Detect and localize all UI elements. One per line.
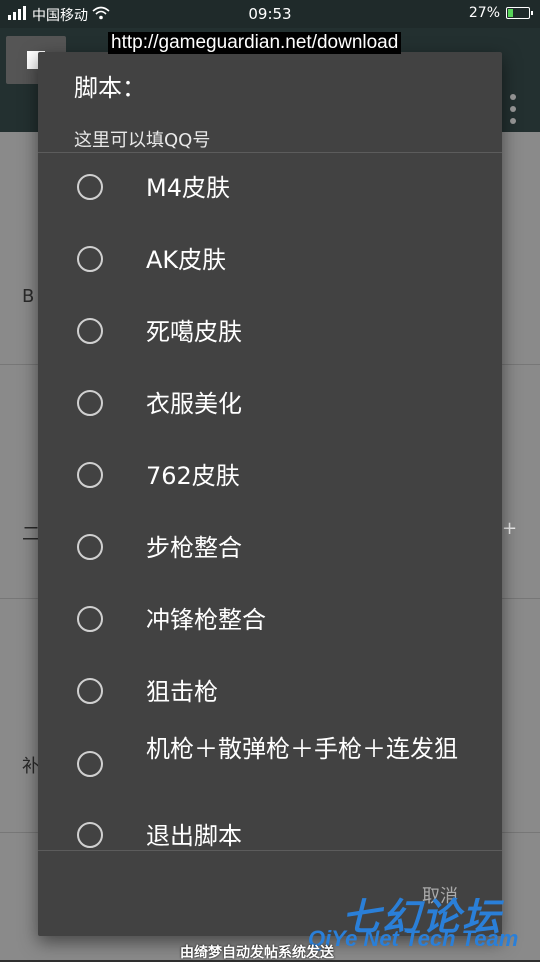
item-label: 退出脚本	[146, 822, 242, 850]
item-label: 762皮肤	[146, 462, 240, 490]
radio-button[interactable]	[77, 390, 103, 416]
list-item[interactable]: 狙击枪	[38, 674, 502, 714]
radio-button[interactable]	[77, 174, 103, 200]
more-options-icon	[510, 94, 516, 130]
item-label: 步枪整合	[146, 534, 242, 562]
list-item[interactable]: 冲锋枪整合	[38, 602, 502, 642]
list-item[interactable]: 762皮肤	[38, 458, 502, 498]
radio-button[interactable]	[77, 822, 103, 848]
list-item[interactable]: 死噶皮肤	[38, 314, 502, 354]
radio-button[interactable]	[77, 534, 103, 560]
list-item[interactable]: 退出脚本	[38, 818, 502, 850]
list-item[interactable]: 步枪整合	[38, 530, 502, 570]
top-divider	[38, 152, 502, 153]
radio-button[interactable]	[77, 318, 103, 344]
script-menu-dialog: 脚本： 这里可以填QQ号 M4皮肤 AK皮肤 死噶皮肤 衣服美化 762皮肤 步…	[38, 52, 502, 936]
radio-button[interactable]	[77, 462, 103, 488]
battery-icon	[506, 7, 533, 19]
watermark-subtitle: QiYe Net Tech Team	[308, 926, 519, 951]
status-bar: 中国移动 09:53 27%	[0, 0, 540, 28]
list-item[interactable]: AK皮肤	[38, 242, 502, 282]
item-label: 衣服美化	[146, 390, 242, 418]
dialog-subtitle: 这里可以填QQ号	[74, 130, 211, 151]
bg-plus: +	[502, 518, 518, 539]
status-right: 27%	[468, 5, 533, 21]
list-item[interactable]: M4皮肤	[38, 170, 502, 210]
item-label: M4皮肤	[146, 174, 230, 202]
watermark-footer: 由绮梦自动发帖系统发送	[180, 945, 334, 961]
list-item[interactable]: 衣服美化	[38, 386, 502, 426]
item-label: 冲锋枪整合	[146, 606, 266, 634]
options-list[interactable]: M4皮肤 AK皮肤 死噶皮肤 衣服美化 762皮肤 步枪整合 冲锋枪整合 狙击枪…	[38, 154, 502, 850]
radio-button[interactable]	[77, 678, 103, 704]
radio-button[interactable]	[77, 246, 103, 272]
bottom-divider	[38, 850, 502, 851]
dialog-title: 脚本：	[74, 74, 146, 102]
item-label: 死噶皮肤	[146, 318, 242, 346]
battery-percent: 27%	[468, 5, 500, 21]
item-label: 机枪＋散弹枪＋手枪＋连发狙	[146, 735, 458, 763]
radio-button[interactable]	[77, 751, 103, 777]
status-time: 09:53	[248, 5, 292, 23]
bg-row-text-1: B	[22, 286, 35, 307]
url-overlay: http://gameguardian.net/download	[108, 32, 402, 54]
item-label: AK皮肤	[146, 246, 227, 274]
radio-button[interactable]	[77, 606, 103, 632]
item-label: 狙击枪	[146, 678, 218, 706]
list-item[interactable]: 机枪＋散弹枪＋手枪＋连发狙	[38, 734, 502, 804]
